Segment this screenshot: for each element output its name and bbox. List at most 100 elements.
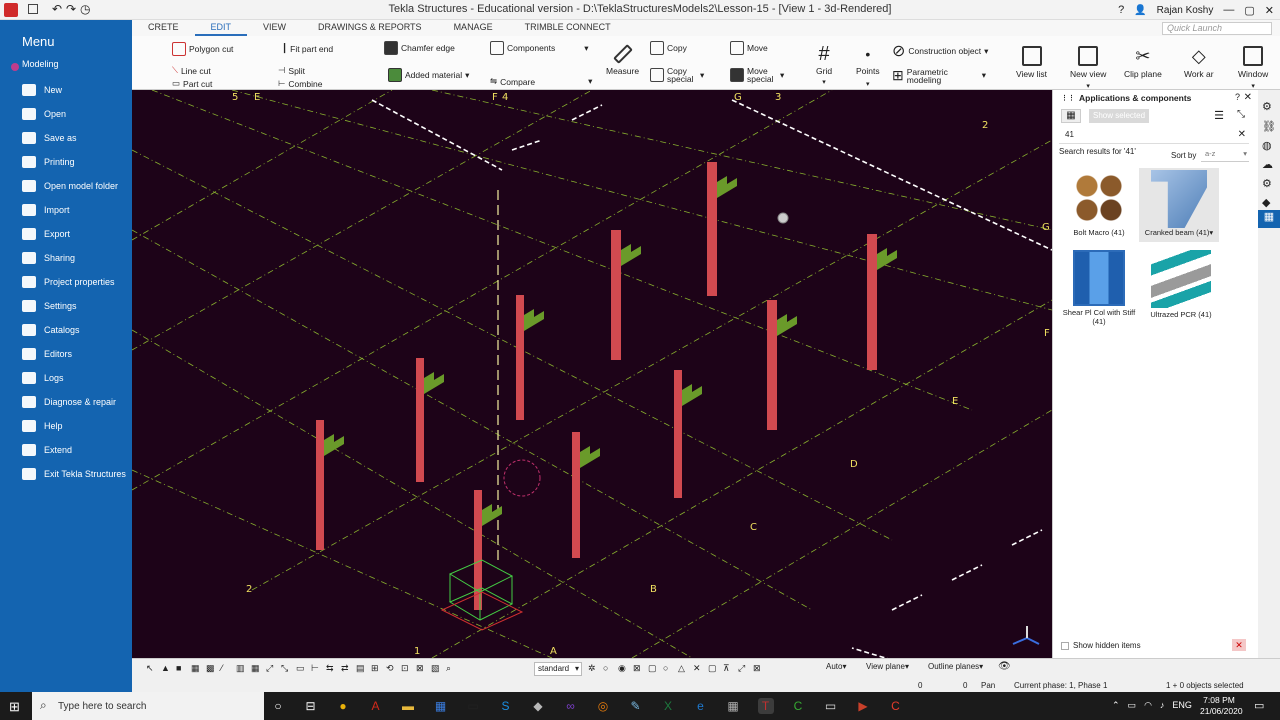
menu-item-save-as[interactable]: Save as: [22, 128, 128, 148]
snap-switch-icon[interactable]: ⊠: [633, 663, 645, 674]
menu-item-logs[interactable]: Logs: [22, 368, 128, 388]
connection-plate[interactable]: [682, 384, 702, 406]
terminal-icon[interactable]: ▭: [465, 698, 481, 714]
menu-title[interactable]: Menu: [22, 34, 55, 49]
selection-switch-icon[interactable]: ▦: [251, 663, 263, 674]
selection-switch-icon[interactable]: ▭: [296, 663, 308, 674]
column[interactable]: [611, 230, 621, 360]
menu-item-exit-tekla-structures[interactable]: Exit Tekla Structures: [22, 464, 128, 484]
view-plane-dropdown[interactable]: View plane▾: [866, 662, 920, 676]
excel-icon[interactable]: X: [660, 698, 676, 714]
connection-plate[interactable]: [524, 309, 544, 331]
selection-switch-icon[interactable]: ⇄: [341, 663, 353, 674]
column[interactable]: [416, 358, 424, 482]
column[interactable]: [516, 295, 524, 420]
blender-icon[interactable]: ◎: [595, 698, 611, 714]
gear-icon[interactable]: ⚙: [1262, 177, 1272, 190]
selection-switch-icon[interactable]: ⊠: [416, 663, 428, 674]
menu-item-editors[interactable]: Editors: [22, 344, 128, 364]
camtasia-icon[interactable]: C: [790, 698, 806, 714]
menu-item-printing[interactable]: Printing: [22, 152, 128, 172]
compare-button[interactable]: ⇋ Compare ▾: [490, 76, 592, 87]
selection-switch-icon[interactable]: ⟲: [386, 663, 398, 674]
window-button[interactable]: Window ▾: [1238, 46, 1268, 90]
connection-plate[interactable]: [324, 434, 344, 456]
column[interactable]: [674, 370, 682, 498]
visual-studio-icon[interactable]: ∞: [563, 698, 579, 714]
selection-switch-icon[interactable]: ↖: [146, 663, 158, 674]
snap-switch-icon[interactable]: ⊼: [723, 663, 735, 674]
points-button[interactable]: • Points ▾: [856, 46, 880, 88]
combine-button[interactable]: ⊢ Combine: [278, 78, 322, 89]
selection-switch-icon[interactable]: ⁄: [221, 663, 233, 674]
model-canvas[interactable]: 5 E F 4 G 3 2 G F E D C B A 1 2: [132, 90, 1052, 658]
snap-switch-icon[interactable]: ⤢: [738, 663, 750, 674]
model-viewport[interactable]: 5 E F 4 G 3 2 G F E D C B A 1 2: [132, 90, 1052, 658]
selection-switch-icon[interactable]: ⊢: [311, 663, 323, 674]
tab-trimble-connect[interactable]: TRIMBLE CONNECT: [509, 20, 627, 36]
selection-switch-icon[interactable]: ▦: [191, 663, 203, 674]
selection-switch-icon[interactable]: ▩: [206, 663, 218, 674]
applications-icon[interactable]: ▦: [1258, 210, 1280, 228]
sketchup-icon[interactable]: ◆: [530, 698, 546, 714]
selection-switch-icon[interactable]: ⇆: [326, 663, 338, 674]
snap-switch-icon[interactable]: ◉: [618, 663, 630, 674]
connection-plate[interactable]: [777, 314, 797, 336]
column[interactable]: [867, 234, 877, 370]
selection-switch-icon[interactable]: ⊡: [401, 663, 413, 674]
network-icon[interactable]: ▭: [1128, 700, 1137, 711]
tekla-icon[interactable]: T: [757, 698, 774, 714]
cloud-icon[interactable]: ☁: [1262, 158, 1273, 171]
maximize-button[interactable]: ▢: [1244, 4, 1254, 17]
added-material-button[interactable]: Added material ▾: [388, 68, 469, 82]
selection-switch-icon[interactable]: ⊞: [371, 663, 383, 674]
result-cranked-beam[interactable]: Cranked beam (41)▾: [1139, 168, 1219, 242]
selection-switch-icon[interactable]: ⤢: [266, 663, 278, 674]
minimize-button[interactable]: —: [1223, 4, 1234, 16]
show-selected-button[interactable]: Show selected: [1089, 109, 1149, 123]
close-icon[interactable]: ✕: [1232, 639, 1246, 651]
menu-item-extend[interactable]: Extend: [22, 440, 128, 460]
snap-switch-icon[interactable]: △: [678, 663, 690, 674]
clock[interactable]: 7:08 PM 21/06/2020: [1200, 695, 1243, 717]
store-icon[interactable]: ▦: [433, 698, 449, 714]
snap-switch-icon[interactable]: ○: [603, 663, 615, 674]
connection-plate[interactable]: [580, 446, 600, 468]
menu-item-project-properties[interactable]: Project properties: [22, 272, 128, 292]
selection-switch-icon[interactable]: ▧: [431, 663, 443, 674]
help-icon[interactable]: ?: [1118, 4, 1124, 16]
line-cut-button[interactable]: ⟍ Line cut: [172, 65, 211, 76]
user-name[interactable]: Rajan Koshy: [1157, 5, 1214, 16]
snap-switch-icon[interactable]: ▢: [648, 663, 660, 674]
windows-start-icon[interactable]: ⊞: [9, 699, 20, 715]
tray-chevron-icon[interactable]: ⌃: [1112, 700, 1120, 711]
copy-button[interactable]: Copy: [650, 41, 687, 55]
cortana-icon[interactable]: ○: [270, 698, 286, 714]
move-special-button[interactable]: Move special ▾: [730, 67, 810, 83]
connection-plate[interactable]: [717, 176, 737, 198]
result-shear-pl-col[interactable]: Shear Pl Col with Stiff (41): [1057, 250, 1141, 336]
snap-switch-icon[interactable]: ▢: [708, 663, 720, 674]
skype-icon[interactable]: S: [498, 698, 514, 714]
taskbar-search[interactable]: ⌕ Type here to search: [32, 692, 264, 720]
selection-switch-icon[interactable]: ⌕: [446, 663, 458, 674]
selection-switch-icon[interactable]: ▲: [161, 663, 173, 674]
menu-item-catalogs[interactable]: Catalogs: [22, 320, 128, 340]
snap-switch-icon[interactable]: ✕: [693, 663, 705, 674]
link-icon[interactable]: ⛓: [1262, 120, 1276, 133]
components-button[interactable]: Components ▾: [490, 41, 588, 55]
globe-icon[interactable]: ◍: [1262, 139, 1272, 152]
menu-item-open[interactable]: Open: [22, 104, 128, 124]
volume-icon[interactable]: ♪: [1160, 700, 1165, 711]
wifi-icon[interactable]: ◠: [1144, 700, 1152, 711]
pen-icon[interactable]: ✎: [628, 698, 644, 714]
copy-special-button[interactable]: Copy special ▾: [650, 67, 728, 83]
connection-plate[interactable]: [482, 504, 502, 526]
parametric-modeling-button[interactable]: ⊞ Parametric modeling ▾: [892, 67, 992, 84]
file-explorer-icon[interactable]: ▬: [400, 698, 416, 714]
result-bolt-macro[interactable]: Bolt Macro (41): [1061, 168, 1137, 242]
language-label[interactable]: ENG: [1172, 700, 1192, 711]
close-button[interactable]: ✕: [1265, 4, 1274, 17]
chrome-icon[interactable]: ●: [335, 698, 351, 714]
tab-edit[interactable]: EDIT: [194, 20, 248, 36]
